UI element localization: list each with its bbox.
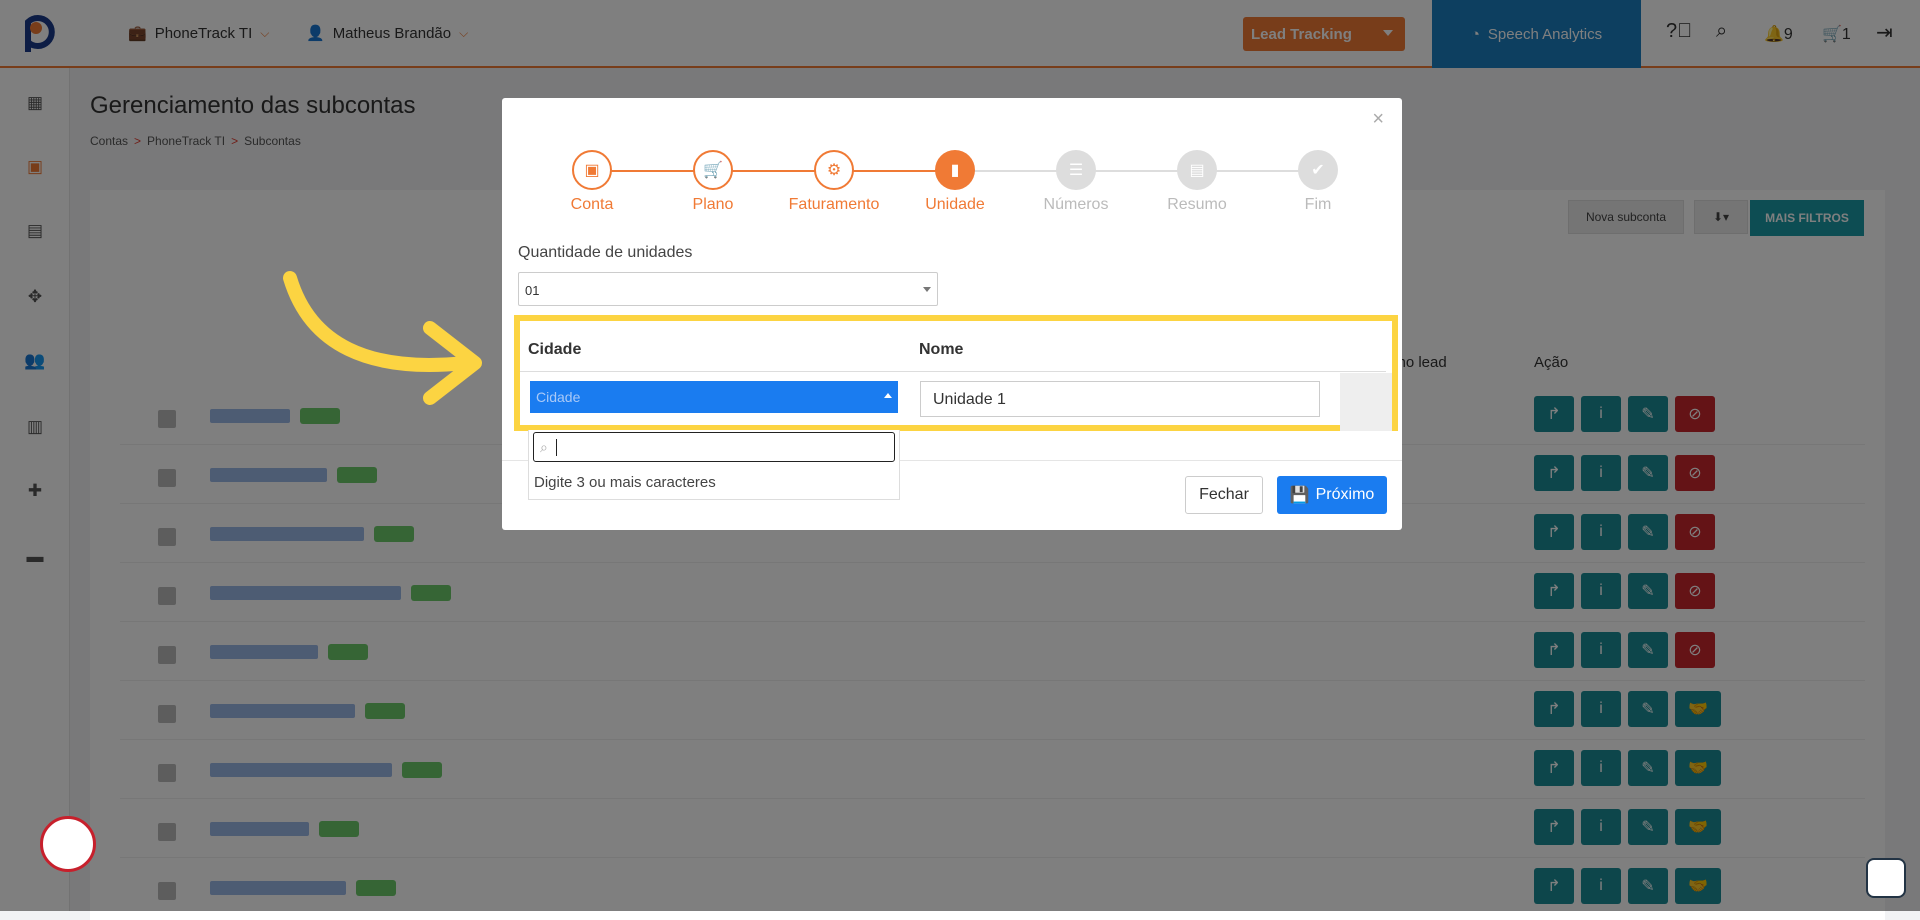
units-table-highlight: Cidade Nome Cidade Unidade 1 <box>514 315 1398 431</box>
cidade-select[interactable]: Cidade <box>530 381 898 413</box>
step-unidade: ▮ Unidade <box>895 150 1015 214</box>
text-cursor <box>556 439 557 456</box>
step-label: Faturamento <box>788 196 880 213</box>
gears-icon: ⚙ <box>814 150 854 190</box>
list-icon: ☰ <box>1056 150 1096 190</box>
search-icon: ⌕ <box>540 439 548 455</box>
step-números: ☰ Números <box>1016 150 1136 214</box>
step-label: Plano <box>692 196 734 213</box>
annotation-arrow <box>283 271 482 405</box>
chat-widget-icon[interactable] <box>1866 858 1906 898</box>
step-faturamento: ⚙ Faturamento <box>774 150 894 214</box>
cidade-placeholder: Cidade <box>536 389 581 405</box>
chevron-up-icon <box>884 393 892 398</box>
qty-select[interactable]: 01 <box>518 272 938 306</box>
chevron-down-icon <box>923 287 931 292</box>
qty-value: 01 <box>525 283 540 298</box>
cidade-dropdown: ⌕ Digite 3 ou mais caracteres <box>528 430 900 500</box>
cart-icon: 🛒 <box>693 150 733 190</box>
proximo-button[interactable]: 💾 Próximo <box>1277 476 1387 514</box>
step-label: Números <box>1043 196 1109 213</box>
nome-input[interactable]: Unidade 1 <box>920 381 1320 417</box>
step-conta: ▣ Conta <box>532 150 652 214</box>
column-header-cidade: Cidade <box>528 341 582 358</box>
building-icon: ▮ <box>935 150 975 190</box>
wizard-steps: ▣ Conta 🛒 Plano ⚙ Faturamento ▮ Unidade ☰ Números… <box>532 150 1372 213</box>
step-resumo: ▤ Resumo <box>1137 150 1257 214</box>
cidade-search-input[interactable]: ⌕ <box>533 432 895 462</box>
save-icon: 💾 <box>1289 487 1310 504</box>
step-label: Conta <box>570 196 614 213</box>
column-header-nome: Nome <box>919 341 964 358</box>
document-icon: ▤ <box>1177 150 1217 190</box>
close-icon[interactable]: × <box>1372 108 1384 131</box>
briefcase-icon: ▣ <box>572 150 612 190</box>
dropdown-hint: Digite 3 ou mais caracteres <box>534 474 716 491</box>
fechar-button[interactable]: Fechar <box>1185 476 1263 514</box>
step-label: Fim <box>1304 196 1332 213</box>
proximo-label: Próximo <box>1315 486 1375 503</box>
header-divider <box>520 371 1386 372</box>
step-label: Unidade <box>925 196 985 213</box>
step-label: Resumo <box>1167 196 1227 213</box>
step-fim: ✔ Fim <box>1258 150 1378 214</box>
g-widget-logo[interactable] <box>40 816 96 872</box>
step-plano: 🛒 Plano <box>653 150 773 214</box>
table-cell-extra <box>1340 373 1392 431</box>
check-icon: ✔ <box>1298 150 1338 190</box>
qty-label: Quantidade de unidades <box>518 244 693 261</box>
